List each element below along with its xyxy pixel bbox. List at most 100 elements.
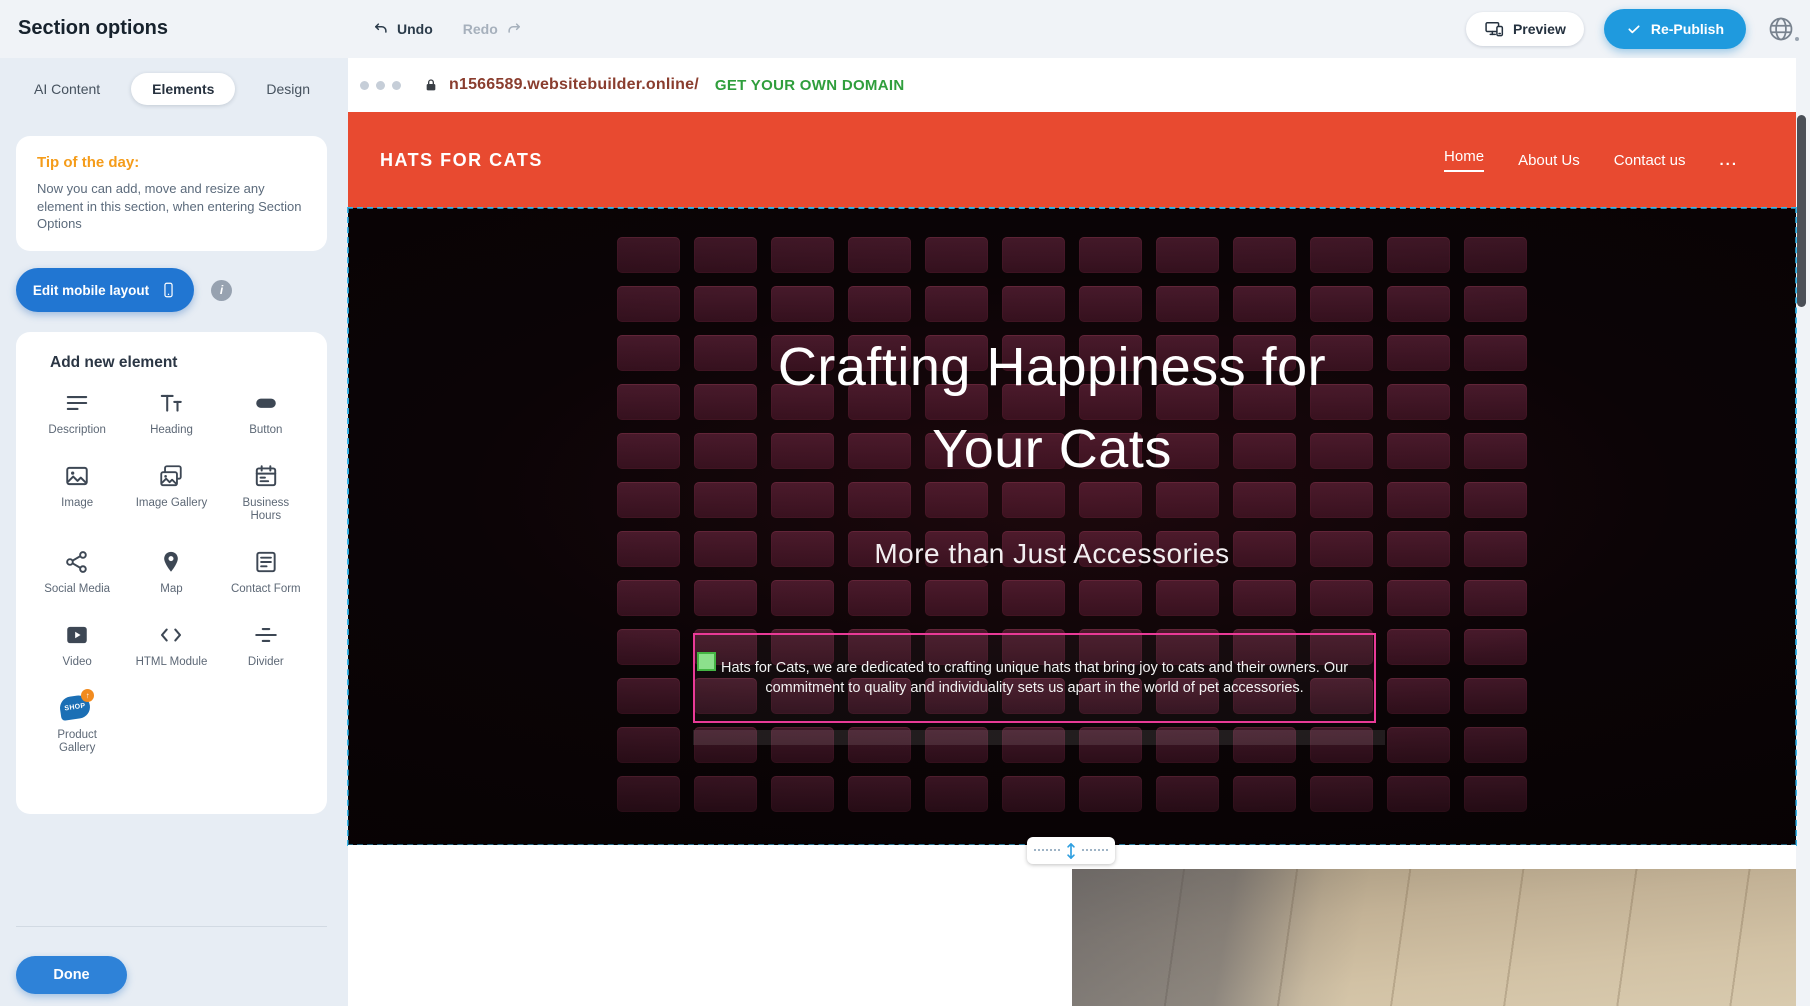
site-url: n1566589.websitebuilder.online/ [449, 76, 699, 94]
redo-button[interactable]: Redo [463, 20, 523, 38]
republish-label: Re-Publish [1651, 21, 1724, 37]
hero-tile [1310, 286, 1373, 322]
hero-tile [925, 237, 988, 273]
hero-tile [1002, 580, 1065, 616]
undo-label: Undo [397, 21, 433, 37]
hero-tile [694, 580, 757, 616]
element-item-image[interactable]: Image [30, 461, 124, 523]
element-item-description[interactable]: Description [30, 388, 124, 437]
image-gallery-icon [158, 461, 184, 491]
tab-ai-content[interactable]: AI Content [22, 73, 112, 105]
social-media-icon [64, 547, 90, 577]
hero-tile [925, 580, 988, 616]
sidebar: AI Content Elements Design Tip of the da… [0, 58, 348, 1006]
republish-button[interactable]: Re-Publish [1604, 9, 1746, 49]
phone-icon [160, 280, 177, 300]
tab-elements[interactable]: Elements [131, 73, 235, 105]
hero-tile [1464, 678, 1527, 714]
tile-grid [617, 237, 1527, 812]
edit-mobile-layout-button[interactable]: Edit mobile layout [16, 268, 194, 312]
element-item-divider[interactable]: Divider [219, 620, 313, 669]
site-header: HATS FOR CATS Home About Us Contact us .… [348, 112, 1796, 208]
nav-contact-us[interactable]: Contact us [1614, 152, 1686, 169]
element-item-video[interactable]: Video [30, 620, 124, 669]
business-hours-icon [253, 461, 279, 491]
hero-tile [1002, 776, 1065, 812]
selected-text-element[interactable]: Hats for Cats, we are dedicated to craft… [693, 633, 1376, 723]
html-module-icon [158, 620, 184, 650]
hero-tile [617, 678, 680, 714]
browser-bar: n1566589.websitebuilder.online/ GET YOUR… [348, 58, 1796, 112]
element-item-html-module[interactable]: HTML Module [124, 620, 218, 669]
element-item-map[interactable]: Map [124, 547, 218, 596]
nav-about-us[interactable]: About Us [1518, 152, 1580, 169]
element-item-heading[interactable]: Heading [124, 388, 218, 437]
sidebar-tabs: AI Content Elements Design [22, 71, 322, 107]
hero-tile [1002, 237, 1065, 273]
done-button[interactable]: Done [16, 956, 127, 994]
nav-home[interactable]: Home [1444, 148, 1484, 172]
hero-heading[interactable]: Crafting Happiness for Your Cats [348, 326, 1756, 490]
undo-redo-group: Undo Redo [372, 0, 523, 58]
devices-icon [1484, 19, 1504, 39]
preview-button[interactable]: Preview [1466, 12, 1584, 46]
preview-label: Preview [1513, 21, 1566, 37]
hero-tile [617, 727, 680, 763]
nav-more[interactable]: ... [1719, 152, 1738, 169]
hero-tile [1233, 237, 1296, 273]
hero-tile [694, 286, 757, 322]
hero-tile [617, 237, 680, 273]
hero-tile [617, 776, 680, 812]
element-item-label: Divider [248, 656, 284, 669]
element-item-product-gallery[interactable]: SHOP Product Gallery [30, 693, 124, 755]
element-drag-handle[interactable] [697, 652, 716, 671]
hero-tile [1002, 286, 1065, 322]
hero-tile [1387, 286, 1450, 322]
hero-tile [1233, 286, 1296, 322]
next-section-preview [348, 845, 1796, 1006]
element-ghost-band [693, 730, 1385, 745]
hero-section-selected[interactable]: Crafting Happiness for Your Cats More th… [348, 208, 1796, 845]
button-icon [253, 388, 279, 418]
scrollbar-thumb[interactable] [1797, 115, 1806, 307]
hero-tile [1310, 776, 1373, 812]
hero-subheading[interactable]: More than Just Accessories [348, 538, 1756, 570]
lock-icon [423, 77, 439, 93]
section-resize-handle[interactable] [1027, 837, 1115, 864]
tip-card: Tip of the day: Now you can add, move an… [16, 136, 327, 251]
element-item-image-gallery[interactable]: Image Gallery [124, 461, 218, 523]
hero-tile [848, 580, 911, 616]
hero-tile [848, 776, 911, 812]
element-item-button[interactable]: Button [219, 388, 313, 437]
element-item-label: Heading [150, 424, 193, 437]
element-item-contact-form[interactable]: Contact Form [219, 547, 313, 596]
contact-form-icon [253, 547, 279, 577]
hero-tile [1464, 237, 1527, 273]
shop-plus-badge [81, 689, 94, 702]
hero-tile [1156, 580, 1219, 616]
undo-button[interactable]: Undo [372, 20, 433, 38]
mobile-layout-row: Edit mobile layout [16, 268, 232, 312]
info-icon[interactable] [211, 280, 232, 301]
element-item-label: Social Media [44, 583, 110, 596]
description-icon [64, 388, 90, 418]
element-item-label: Description [48, 424, 106, 437]
app-window: Section options Undo Redo Preview Re-Pub… [0, 0, 1810, 1006]
element-item-social-media[interactable]: Social Media [30, 547, 124, 596]
hero-heading-line2: Your Cats [348, 408, 1756, 490]
hero-tile [1079, 776, 1142, 812]
edit-mobile-layout-label: Edit mobile layout [33, 283, 149, 298]
topbar-actions: Preview Re-Publish [1466, 0, 1796, 58]
hero-tile [1387, 678, 1450, 714]
tip-body: Now you can add, move and resize any ele… [37, 180, 306, 233]
globe-icon [1767, 15, 1795, 43]
hero-tile [1233, 776, 1296, 812]
site-logo[interactable]: HATS FOR CATS [380, 150, 543, 171]
element-item-business-hours[interactable]: Business Hours [219, 461, 313, 523]
element-item-label: Video [63, 656, 92, 669]
hero-tile [1387, 580, 1450, 616]
get-domain-link[interactable]: GET YOUR OWN DOMAIN [715, 77, 905, 94]
language-globe-button[interactable] [1766, 14, 1796, 44]
tab-design[interactable]: Design [254, 73, 322, 105]
hero-tile [1387, 629, 1450, 665]
